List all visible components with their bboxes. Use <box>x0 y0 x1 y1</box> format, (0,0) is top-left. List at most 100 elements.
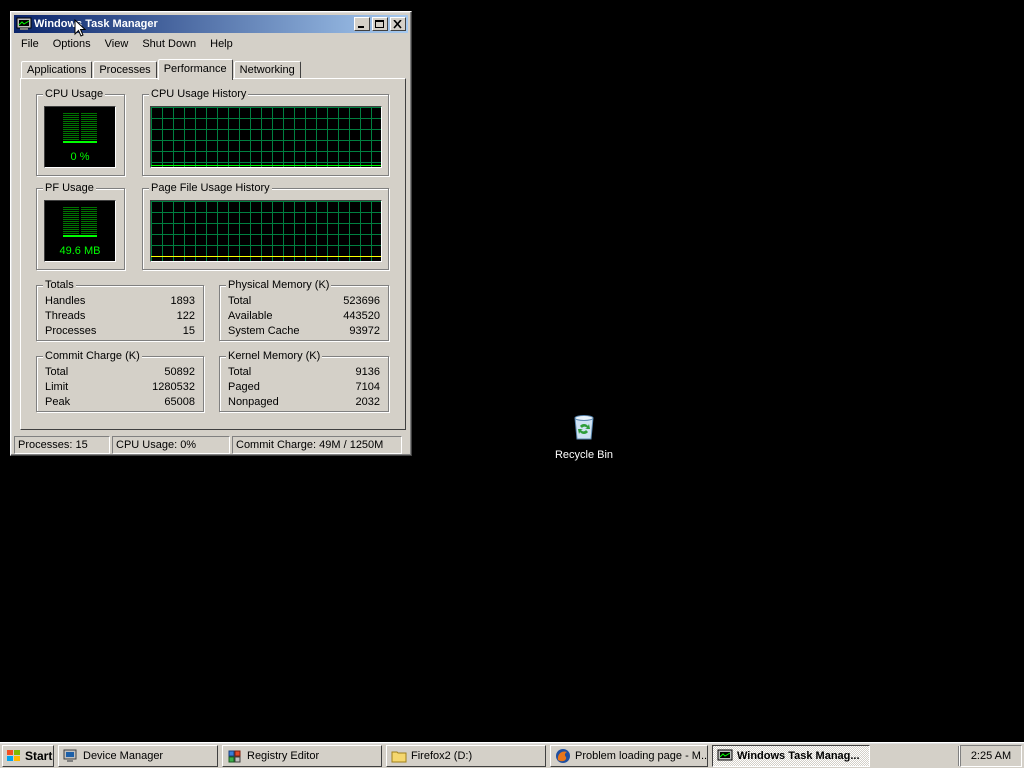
taskbar-button-label: Firefox2 (D:) <box>411 750 473 762</box>
task-manager-icon <box>16 17 32 30</box>
stat-row: Processes 15 <box>45 324 195 339</box>
cpu-usage-value: 0 % <box>70 151 90 163</box>
stat-value: 15 <box>182 325 195 337</box>
status-commit-charge: Commit Charge: 49M / 1250M <box>232 436 402 454</box>
tab-performance[interactable]: Performance <box>157 59 233 80</box>
pf-usage-value: 49.6 MB <box>59 245 101 257</box>
stat-value: 122 <box>176 310 195 322</box>
cpu-meter-fill <box>63 141 97 143</box>
stat-name: Nonpaged <box>228 396 279 408</box>
stat-name: Threads <box>45 310 86 322</box>
pf-history-group: Page File Usage History <box>142 182 389 270</box>
tab-strip: Applications Processes Performance Netwo… <box>21 59 302 80</box>
minimize-button[interactable] <box>354 17 370 31</box>
stat-value: 93972 <box>349 325 380 337</box>
device-manager-icon <box>63 749 77 762</box>
taskbar-button-device-manager[interactable]: Device Manager <box>58 745 218 767</box>
stat-name: Available <box>228 310 273 322</box>
stat-name: Total <box>228 295 252 307</box>
system-tray: 2:25 AM <box>960 745 1022 767</box>
menu-help[interactable]: Help <box>203 38 240 50</box>
cpu-meter-bars <box>63 113 97 143</box>
clock[interactable]: 2:25 AM <box>971 750 1011 762</box>
recycle-bin-desktop-icon[interactable]: Recycle Bin <box>548 410 620 461</box>
taskbar-button-firefox[interactable]: Problem loading page - M... <box>550 745 708 767</box>
minimize-icon <box>358 26 364 28</box>
physical-memory-group: Physical Memory (K) Total 523696 Availabl… <box>219 279 389 341</box>
stat-row: Threads 122 <box>45 309 195 324</box>
taskbar-button-label: Windows Task Manag... <box>737 750 860 762</box>
close-button[interactable] <box>390 17 406 31</box>
maximize-button[interactable] <box>372 17 388 31</box>
stat-row: Total 50892 <box>45 365 195 380</box>
stat-name: Limit <box>45 381 69 393</box>
registry-editor-icon <box>228 750 241 763</box>
stat-value: 9136 <box>355 366 380 378</box>
menu-shut-down[interactable]: Shut Down <box>135 38 203 50</box>
stat-row: Available 443520 <box>228 309 380 324</box>
kernel-memory-label: Kernel Memory (K) <box>226 350 323 362</box>
recycle-bin-label: Recycle Bin <box>554 449 614 461</box>
taskbar: Start Device Manager Registry Editor Fir… <box>0 742 1024 768</box>
performance-panel: CPU Usage 0 % CPU Usage History PF Usage… <box>20 78 406 430</box>
pf-usage-meter: 49.6 MB <box>44 200 116 262</box>
cpu-history-graph <box>150 106 382 168</box>
totals-group: Totals Handles 1893 Threads 122 Processes 1… <box>36 279 204 341</box>
status-processes: Processes: 15 <box>14 436 110 454</box>
cpu-history-group: CPU Usage History <box>142 88 389 176</box>
taskbar-button-task-manager[interactable]: Windows Task Manag... <box>712 745 870 767</box>
tab-networking[interactable]: Networking <box>233 61 301 79</box>
taskbar-button-registry-editor[interactable]: Registry Editor <box>222 745 382 767</box>
folder-icon <box>391 751 407 763</box>
stat-row: Limit 1280532 <box>45 380 195 395</box>
pf-meter-bars <box>63 207 97 237</box>
stat-value: 7104 <box>355 381 380 393</box>
status-bar: Processes: 15 CPU Usage: 0% Commit Charg… <box>14 436 408 454</box>
stat-row: System Cache 93972 <box>228 324 380 339</box>
menu-file[interactable]: File <box>14 38 46 50</box>
stat-row: Paged 7104 <box>228 380 380 395</box>
taskbar-button-label: Device Manager <box>83 750 164 762</box>
taskbar-button-firefox2-folder[interactable]: Firefox2 (D:) <box>386 745 546 767</box>
status-cpu-usage: CPU Usage: 0% <box>112 436 230 454</box>
cpu-usage-label: CPU Usage <box>43 88 106 100</box>
tab-applications[interactable]: Applications <box>21 61 93 79</box>
stat-row: Total 523696 <box>228 294 380 309</box>
pf-usage-label: PF Usage <box>43 182 96 194</box>
commit-charge-label: Commit Charge (K) <box>43 350 142 362</box>
cpu-usage-group: CPU Usage 0 % <box>36 88 125 176</box>
task-manager-window: Windows Task Manager File Options View S… <box>10 11 412 456</box>
tab-processes[interactable]: Processes <box>93 61 157 79</box>
totals-label: Totals <box>43 279 76 291</box>
stat-value: 65008 <box>164 396 195 408</box>
taskbar-button-label: Problem loading page - M... <box>575 750 708 762</box>
stat-name: Peak <box>45 396 71 408</box>
menu-options[interactable]: Options <box>46 38 98 50</box>
start-button[interactable]: Start <box>2 745 54 767</box>
commit-charge-group: Commit Charge (K) Total 50892 Limit 128053… <box>36 350 204 412</box>
stat-name: Total <box>45 366 69 378</box>
pf-history-graph <box>150 200 382 262</box>
close-icon <box>393 20 402 29</box>
pf-usage-group: PF Usage 49.6 MB <box>36 182 125 270</box>
pf-history-label: Page File Usage History <box>149 182 272 194</box>
cpu-usage-meter: 0 % <box>44 106 116 168</box>
stat-name: Paged <box>228 381 260 393</box>
start-label: Start <box>25 749 53 763</box>
stat-name: Handles <box>45 295 86 307</box>
firefox-icon <box>556 749 570 763</box>
stat-value: 1893 <box>170 295 195 307</box>
stat-value: 523696 <box>343 295 380 307</box>
stat-row: Nonpaged 2032 <box>228 395 380 410</box>
mouse-pointer-icon <box>74 19 86 37</box>
stat-value: 2032 <box>355 396 380 408</box>
menu-view[interactable]: View <box>98 38 136 50</box>
taskbar-button-label: Registry Editor <box>247 750 320 762</box>
stat-name: Total <box>228 366 252 378</box>
cpu-history-label: CPU Usage History <box>149 88 249 100</box>
stat-row: Handles 1893 <box>45 294 195 309</box>
cpu-history-line <box>151 165 381 166</box>
stat-name: Processes <box>45 325 97 337</box>
stat-name: System Cache <box>228 325 300 337</box>
window-title: Windows Task Manager <box>34 18 158 30</box>
